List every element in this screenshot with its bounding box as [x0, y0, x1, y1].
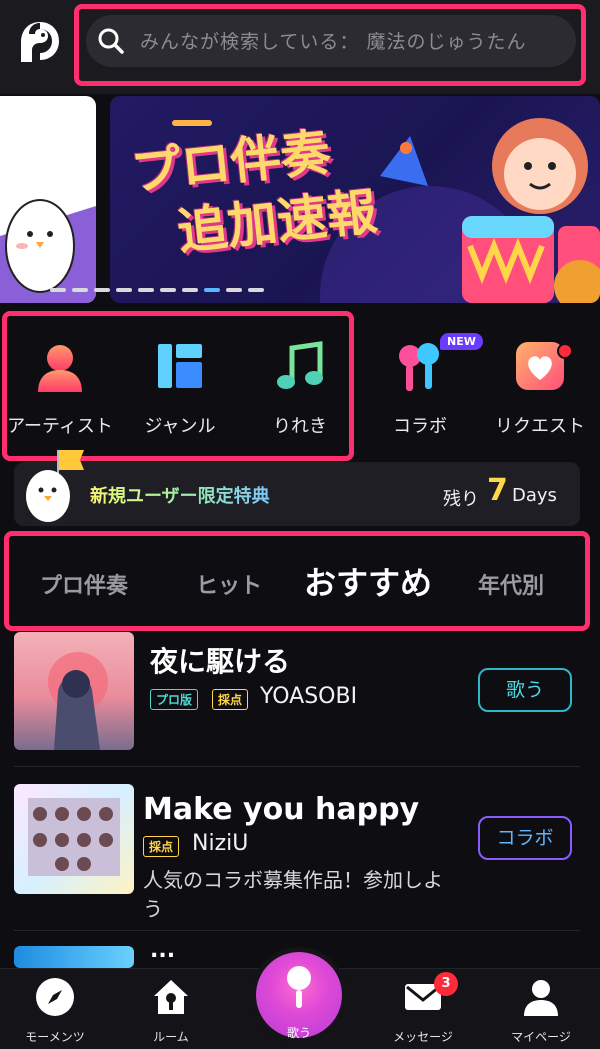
nav-room[interactable]: ルーム [116, 976, 226, 1045]
tag-pro: プロ版 [150, 689, 199, 710]
person-icon [524, 980, 558, 1016]
message-count-badge: 3 [434, 972, 458, 996]
chick-flag-icon [26, 450, 84, 522]
banner-pagination [50, 288, 280, 294]
song-title[interactable]: Make you happy [143, 792, 419, 827]
song-description: 人気のコラボ募集作品！参加しよう [143, 868, 443, 921]
promo-remain-label: 残り [443, 489, 479, 510]
song-title[interactable]: 夜に駆ける [150, 640, 290, 680]
search-icon [98, 28, 124, 54]
promo-days-unit: Days [512, 485, 557, 506]
sing-button[interactable]: 歌う [478, 668, 572, 712]
song-artist[interactable]: YOASOBI [260, 684, 357, 709]
banner-prev-slide[interactable] [0, 96, 96, 303]
chick-mascot-icon [0, 199, 96, 303]
tab-recommended[interactable]: おすすめ [304, 558, 432, 604]
song-artist[interactable]: NiziU [192, 831, 248, 856]
genre-icon [158, 344, 202, 388]
notification-dot [557, 343, 573, 359]
new-badge: NEW [440, 333, 483, 350]
category-history[interactable]: りれき [240, 338, 360, 438]
artist-icon [38, 345, 82, 392]
nav-messages[interactable]: メッセージ [368, 976, 478, 1045]
room-house-icon [154, 980, 188, 1014]
tab-pro-accompaniment[interactable]: プロ伴奏 [40, 568, 128, 600]
category-collab[interactable]: コラボ [360, 338, 480, 438]
tag-scoring: 採点 [212, 689, 249, 710]
microphone-icon [287, 966, 311, 1008]
song-thumbnail[interactable] [14, 784, 134, 894]
app-logo-icon[interactable] [18, 20, 62, 64]
promo-text: 新規ユーザー限定特典 [90, 482, 270, 508]
nav-moments[interactable]: モーメンツ [0, 976, 110, 1045]
album-art-niziu [28, 798, 120, 876]
nav-my-page[interactable]: マイページ [486, 976, 596, 1045]
divider [14, 930, 580, 931]
album-art-yoasobi [48, 652, 108, 750]
compass-icon [36, 978, 74, 1016]
category-request[interactable]: リクエスト [480, 338, 600, 438]
tag-scoring: 採点 [143, 836, 180, 857]
category-artist[interactable]: アーティスト [0, 338, 120, 438]
banner-title: プロ伴奏 追加速報 [128, 122, 380, 262]
divider [14, 766, 580, 767]
song-title[interactable]: ... [150, 940, 175, 968]
song-thumbnail[interactable] [14, 946, 134, 968]
search-placeholder: みんなが検索している： 魔法のじゅうたん [140, 31, 527, 53]
banner-main-slide[interactable]: プロ伴奏 追加速報 [110, 96, 600, 303]
tab-by-decade[interactable]: 年代別 [478, 568, 544, 600]
collab-button[interactable]: コラボ [478, 816, 572, 860]
nav-sing-label: 歌う [286, 1026, 311, 1040]
category-genre[interactable]: ジャンル [120, 338, 240, 438]
promo-days-number: 7 [487, 473, 508, 508]
history-icon [277, 341, 323, 389]
tab-hit[interactable]: ヒット [196, 568, 262, 600]
song-thumbnail[interactable] [14, 632, 134, 750]
